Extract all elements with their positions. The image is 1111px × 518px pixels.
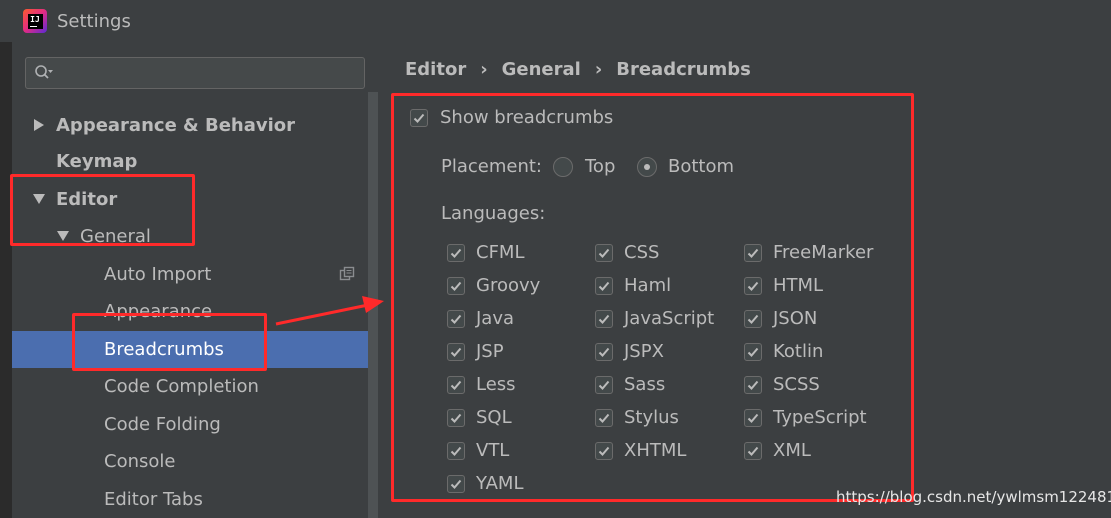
watermark: https://blog.csdn.net/ywlmsm1224811 — [836, 488, 1111, 506]
intellij-idea-icon: IJ — [23, 9, 47, 33]
tree-item-code-completion[interactable]: Code Completion — [104, 368, 259, 404]
annotation-highlight-breadcrumbs — [72, 313, 267, 371]
tree-item-label: Appearance & Behavior — [56, 114, 296, 136]
window-titlebar: IJ Settings — [0, 0, 1111, 42]
breadcrumb-separator: › — [594, 58, 603, 80]
tree-item-label: Keymap — [56, 150, 138, 172]
breadcrumb: Editor › General › Breadcrumbs — [405, 55, 751, 83]
tree-item-code-folding[interactable]: Code Folding — [104, 406, 221, 442]
tree-item-editor-tabs[interactable]: Editor Tabs — [104, 481, 203, 517]
breadcrumb-item-general[interactable]: General — [502, 59, 581, 80]
breadcrumb-separator: › — [480, 58, 488, 80]
window-title: Settings — [57, 11, 131, 32]
annotation-highlight-settings — [391, 93, 914, 502]
annotation-highlight-editor — [10, 174, 195, 246]
annotation-arrow-icon — [275, 296, 384, 326]
copy-icon — [339, 266, 355, 281]
tree-item-label: Editor Tabs — [104, 488, 203, 510]
tree-item-label: Code Folding — [104, 413, 221, 435]
tree-item-label: Console — [104, 450, 176, 472]
search-box[interactable] — [25, 57, 365, 89]
chevron-right-icon[interactable] — [34, 119, 44, 131]
search-input[interactable] — [62, 61, 361, 87]
left-edge-strip — [0, 42, 12, 518]
search-icon[interactable] — [34, 64, 54, 82]
tree-item-appearance-behavior[interactable]: Appearance & Behavior — [34, 107, 295, 143]
breadcrumb-item-breadcrumbs: Breadcrumbs — [616, 58, 751, 80]
tree-item-label: Code Completion — [104, 375, 259, 397]
tree-item-auto-import[interactable]: Auto Import — [104, 256, 211, 292]
breadcrumb-item-editor[interactable]: Editor — [405, 59, 466, 80]
tree-item-console[interactable]: Console — [104, 443, 175, 479]
tree-item-label: Auto Import — [104, 263, 212, 285]
